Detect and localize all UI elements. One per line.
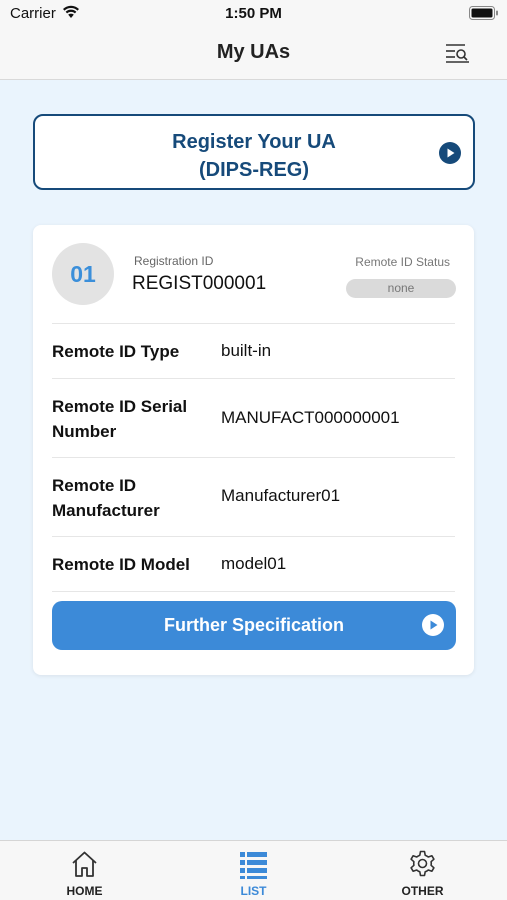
row-label: Remote ID Model bbox=[52, 555, 190, 574]
status-badge: none bbox=[346, 279, 456, 298]
page-title: My UAs bbox=[216, 41, 291, 63]
tab-home[interactable]: HOME bbox=[0, 841, 169, 900]
register-ua-line2: (DIPS-REG) bbox=[199, 159, 309, 181]
gear-icon bbox=[410, 850, 435, 877]
row-value: built-in bbox=[221, 341, 272, 360]
register-ua-line1: Register Your UA bbox=[172, 131, 336, 153]
list-search-icon[interactable] bbox=[445, 42, 471, 64]
list-icon bbox=[240, 852, 267, 879]
further-specification-button[interactable]: Further Specification bbox=[52, 601, 456, 650]
row-label: Remote ID Manufacturer bbox=[52, 476, 160, 520]
play-circle-icon bbox=[422, 614, 444, 636]
register-ua-label: Register Your UA (DIPS-REG) bbox=[35, 128, 473, 184]
detail-row-remote-id-type: Remote ID Type built-in bbox=[52, 323, 455, 378]
tab-label: LIST bbox=[240, 884, 267, 898]
register-ua-button[interactable]: Register Your UA (DIPS-REG) bbox=[33, 114, 475, 190]
row-label: Remote ID Serial Number bbox=[52, 397, 188, 441]
remote-id-status-label: Remote ID Status bbox=[355, 255, 450, 269]
row-value: MANUFACT000000001 bbox=[221, 408, 400, 427]
detail-row-remote-id-manufacturer: Remote ID Manufacturer Manufacturer01 bbox=[52, 457, 455, 536]
tab-label: HOME bbox=[66, 884, 103, 898]
row-label: Remote ID Type bbox=[52, 342, 180, 361]
registration-id-label: Registration ID bbox=[134, 254, 214, 268]
home-icon bbox=[72, 851, 97, 877]
tab-other[interactable]: OTHER bbox=[338, 841, 507, 900]
tab-list[interactable]: LIST bbox=[169, 841, 338, 900]
detail-row-remote-id-model: Remote ID Model model01 bbox=[52, 536, 455, 591]
row-value: Manufacturer01 bbox=[221, 486, 341, 505]
play-circle-icon bbox=[439, 142, 461, 164]
nav-bar: My UAs bbox=[0, 28, 507, 80]
tab-bar: HOME LIST OTHER bbox=[0, 840, 507, 900]
tab-label: OTHER bbox=[401, 884, 444, 898]
status-time: 1:50 PM bbox=[225, 5, 282, 22]
row-value: model01 bbox=[221, 554, 287, 573]
registration-id-value: REGIST000001 bbox=[132, 273, 267, 294]
ua-number-badge: 01 bbox=[52, 243, 114, 305]
battery-icon bbox=[469, 6, 498, 20]
divider bbox=[52, 591, 455, 592]
further-specification-label: Further Specification bbox=[163, 615, 345, 635]
status-bar: Carrier 1:50 PM bbox=[0, 0, 507, 28]
ua-card[interactable]: 01 Registration ID REGIST000001 Remote I… bbox=[33, 225, 474, 675]
detail-row-remote-id-serial: Remote ID Serial Number MANUFACT00000000… bbox=[52, 378, 455, 457]
